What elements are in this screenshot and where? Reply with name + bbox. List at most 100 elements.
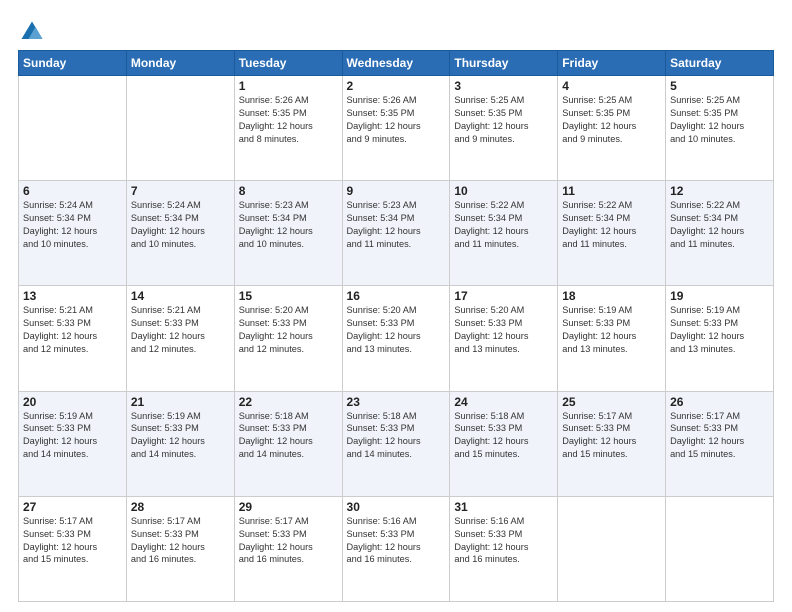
calendar-cell <box>126 76 234 181</box>
day-info: Sunrise: 5:16 AM Sunset: 5:33 PM Dayligh… <box>347 515 446 567</box>
day-info: Sunrise: 5:26 AM Sunset: 5:35 PM Dayligh… <box>239 94 338 146</box>
calendar: SundayMondayTuesdayWednesdayThursdayFrid… <box>18 50 774 602</box>
day-number: 2 <box>347 79 446 93</box>
day-number: 8 <box>239 184 338 198</box>
day-info: Sunrise: 5:20 AM Sunset: 5:33 PM Dayligh… <box>239 304 338 356</box>
logo-icon <box>18 18 46 46</box>
day-info: Sunrise: 5:25 AM Sunset: 5:35 PM Dayligh… <box>454 94 553 146</box>
day-info: Sunrise: 5:19 AM Sunset: 5:33 PM Dayligh… <box>670 304 769 356</box>
calendar-row-4: 27Sunrise: 5:17 AM Sunset: 5:33 PM Dayli… <box>19 496 774 601</box>
calendar-cell: 2Sunrise: 5:26 AM Sunset: 5:35 PM Daylig… <box>342 76 450 181</box>
weekday-header-wednesday: Wednesday <box>342 51 450 76</box>
day-number: 12 <box>670 184 769 198</box>
day-info: Sunrise: 5:16 AM Sunset: 5:33 PM Dayligh… <box>454 515 553 567</box>
calendar-row-2: 13 Sunrise: 5:21 AM Sunset: 5:33 PM Dayli… <box>19 286 774 391</box>
weekday-header-saturday: Saturday <box>666 51 774 76</box>
weekday-header-row: SundayMondayTuesdayWednesdayThursdayFrid… <box>19 51 774 76</box>
day-info: Sunrise: 5:19 AM Sunset: 5:33 PM Dayligh… <box>131 410 230 462</box>
calendar-cell: 10Sunrise: 5:22 AM Sunset: 5:34 PM Dayli… <box>450 181 558 286</box>
day-info: Sunrise: 5:23 AM Sunset: 5:34 PM Dayligh… <box>239 199 338 251</box>
calendar-cell: 15Sunrise: 5:20 AM Sunset: 5:33 PM Dayli… <box>234 286 342 391</box>
day-number: 22 <box>239 395 338 409</box>
day-info: Sunrise: 5:20 AM Sunset: 5:33 PM Dayligh… <box>454 304 553 356</box>
day-number: 16 <box>347 289 446 303</box>
day-number: 5 <box>670 79 769 93</box>
day-info: Sunrise: 5:17 AM Sunset: 5:33 PM Dayligh… <box>562 410 661 462</box>
day-info: Sunrise: 5:24 AM Sunset: 5:34 PM Dayligh… <box>23 199 122 251</box>
calendar-cell: 13Sunrise: 5:21 AM Sunset: 5:33 PM Dayli… <box>19 286 127 391</box>
calendar-cell: 21Sunrise: 5:19 AM Sunset: 5:33 PM Dayli… <box>126 391 234 496</box>
day-info: Sunrise: 5:25 AM Sunset: 5:35 PM Dayligh… <box>670 94 769 146</box>
calendar-cell: 22Sunrise: 5:18 AM Sunset: 5:33 PM Dayli… <box>234 391 342 496</box>
calendar-cell: 16Sunrise: 5:20 AM Sunset: 5:33 PM Dayli… <box>342 286 450 391</box>
day-info: Sunrise: 5:25 AM Sunset: 5:35 PM Dayligh… <box>562 94 661 146</box>
calendar-cell: 19Sunrise: 5:19 AM Sunset: 5:33 PM Dayli… <box>666 286 774 391</box>
day-info: Sunrise: 5:19 AM Sunset: 5:33 PM Dayligh… <box>562 304 661 356</box>
calendar-cell: 29Sunrise: 5:17 AM Sunset: 5:33 PM Dayli… <box>234 496 342 601</box>
weekday-header-thursday: Thursday <box>450 51 558 76</box>
day-number: 29 <box>239 500 338 514</box>
day-info: Sunrise: 5:24 AM Sunset: 5:34 PM Dayligh… <box>131 199 230 251</box>
day-info: Sunrise: 5:22 AM Sunset: 5:34 PM Dayligh… <box>562 199 661 251</box>
day-number: 13 <box>23 289 122 303</box>
calendar-cell: 4Sunrise: 5:25 AM Sunset: 5:35 PM Daylig… <box>558 76 666 181</box>
day-number: 15 <box>239 289 338 303</box>
day-info: Sunrise: 5:21 AM Sunset: 5:33 PM Dayligh… <box>131 304 230 356</box>
day-number: 20 <box>23 395 122 409</box>
calendar-cell: 30Sunrise: 5:16 AM Sunset: 5:33 PM Dayli… <box>342 496 450 601</box>
day-info: Sunrise: 5:18 AM Sunset: 5:33 PM Dayligh… <box>239 410 338 462</box>
weekday-header-sunday: Sunday <box>19 51 127 76</box>
day-info: Sunrise: 5:17 AM Sunset: 5:33 PM Dayligh… <box>239 515 338 567</box>
calendar-cell: 3Sunrise: 5:25 AM Sunset: 5:35 PM Daylig… <box>450 76 558 181</box>
day-info: Sunrise: 5:17 AM Sunset: 5:33 PM Dayligh… <box>23 515 122 567</box>
day-number: 21 <box>131 395 230 409</box>
logo <box>18 18 50 46</box>
day-number: 9 <box>347 184 446 198</box>
calendar-cell: 8Sunrise: 5:23 AM Sunset: 5:34 PM Daylig… <box>234 181 342 286</box>
day-number: 4 <box>562 79 661 93</box>
calendar-cell: 12Sunrise: 5:22 AM Sunset: 5:34 PM Dayli… <box>666 181 774 286</box>
calendar-row-0: 1Sunrise: 5:26 AM Sunset: 5:35 PM Daylig… <box>19 76 774 181</box>
calendar-cell: 31Sunrise: 5:16 AM Sunset: 5:33 PM Dayli… <box>450 496 558 601</box>
day-number: 30 <box>347 500 446 514</box>
day-number: 23 <box>347 395 446 409</box>
day-info: Sunrise: 5:22 AM Sunset: 5:34 PM Dayligh… <box>670 199 769 251</box>
day-number: 31 <box>454 500 553 514</box>
calendar-cell: 5Sunrise: 5:25 AM Sunset: 5:35 PM Daylig… <box>666 76 774 181</box>
day-number: 24 <box>454 395 553 409</box>
calendar-cell: 27Sunrise: 5:17 AM Sunset: 5:33 PM Dayli… <box>19 496 127 601</box>
day-info: Sunrise: 5:19 AM Sunset: 5:33 PM Dayligh… <box>23 410 122 462</box>
day-number: 17 <box>454 289 553 303</box>
day-info: Sunrise: 5:18 AM Sunset: 5:33 PM Dayligh… <box>454 410 553 462</box>
day-number: 3 <box>454 79 553 93</box>
calendar-row-3: 20Sunrise: 5:19 AM Sunset: 5:33 PM Dayli… <box>19 391 774 496</box>
weekday-header-monday: Monday <box>126 51 234 76</box>
calendar-cell: 20Sunrise: 5:19 AM Sunset: 5:33 PM Dayli… <box>19 391 127 496</box>
day-info: Sunrise: 5:17 AM Sunset: 5:33 PM Dayligh… <box>131 515 230 567</box>
day-info: Sunrise: 5:17 AM Sunset: 5:33 PM Dayligh… <box>670 410 769 462</box>
calendar-cell: 9Sunrise: 5:23 AM Sunset: 5:34 PM Daylig… <box>342 181 450 286</box>
day-info: Sunrise: 5:23 AM Sunset: 5:34 PM Dayligh… <box>347 199 446 251</box>
calendar-cell: 17Sunrise: 5:20 AM Sunset: 5:33 PM Dayli… <box>450 286 558 391</box>
day-number: 28 <box>131 500 230 514</box>
calendar-cell: 25Sunrise: 5:17 AM Sunset: 5:33 PM Dayli… <box>558 391 666 496</box>
day-number: 18 <box>562 289 661 303</box>
day-number: 25 <box>562 395 661 409</box>
calendar-cell: 6Sunrise: 5:24 AM Sunset: 5:34 PM Daylig… <box>19 181 127 286</box>
header <box>18 18 774 46</box>
calendar-cell: 23Sunrise: 5:18 AM Sunset: 5:33 PM Dayli… <box>342 391 450 496</box>
calendar-cell <box>666 496 774 601</box>
calendar-cell: 1Sunrise: 5:26 AM Sunset: 5:35 PM Daylig… <box>234 76 342 181</box>
day-info: Sunrise: 5:18 AM Sunset: 5:33 PM Dayligh… <box>347 410 446 462</box>
calendar-cell: 24Sunrise: 5:18 AM Sunset: 5:33 PM Dayli… <box>450 391 558 496</box>
calendar-cell: 18Sunrise: 5:19 AM Sunset: 5:33 PM Dayli… <box>558 286 666 391</box>
day-number: 14 <box>131 289 230 303</box>
page: SundayMondayTuesdayWednesdayThursdayFrid… <box>0 0 792 612</box>
day-number: 19 <box>670 289 769 303</box>
calendar-cell: 7Sunrise: 5:24 AM Sunset: 5:34 PM Daylig… <box>126 181 234 286</box>
day-number: 7 <box>131 184 230 198</box>
calendar-cell: 28Sunrise: 5:17 AM Sunset: 5:33 PM Dayli… <box>126 496 234 601</box>
day-number: 6 <box>23 184 122 198</box>
day-info: Sunrise: 5:20 AM Sunset: 5:33 PM Dayligh… <box>347 304 446 356</box>
weekday-header-tuesday: Tuesday <box>234 51 342 76</box>
